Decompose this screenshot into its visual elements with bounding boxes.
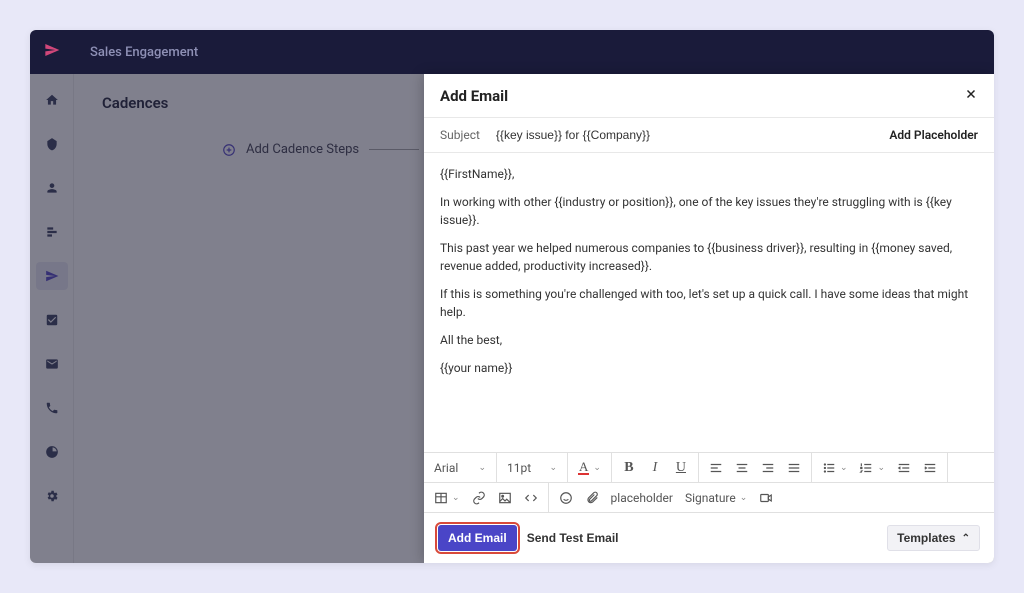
email-body-editor[interactable]: {{FirstName}}, In working with other {{i…	[424, 153, 994, 452]
topbar-title: Sales Engagement	[90, 45, 198, 60]
chevron-down-icon: ⌄	[840, 463, 848, 473]
image-button[interactable]	[492, 485, 518, 511]
close-icon[interactable]	[964, 86, 978, 105]
align-justify-button[interactable]	[781, 455, 807, 481]
chevron-up-icon: ⌃	[962, 533, 970, 544]
subject-label: Subject	[440, 128, 480, 142]
font-size-select[interactable]: 11pt⌄	[501, 455, 563, 481]
emoji-button[interactable]	[553, 485, 579, 511]
add-placeholder-link[interactable]: Add Placeholder	[889, 128, 978, 142]
body-line: This past year we helped numerous compan…	[440, 239, 978, 275]
indent-button[interactable]	[917, 455, 943, 481]
chevron-down-icon: ⌄	[593, 463, 601, 473]
toolbar-row-1: Arial⌄ 11pt⌄ A⌄ B	[424, 453, 994, 483]
signature-button[interactable]: Signature⌄	[679, 485, 753, 511]
topbar: Sales Engagement	[30, 30, 994, 74]
placeholder-button[interactable]: placeholder	[605, 485, 679, 511]
attachment-button[interactable]	[579, 485, 605, 511]
chevron-down-icon: ⌄	[740, 493, 748, 503]
toolbar-row-2: ⌄ placeholder Signature⌄	[424, 483, 994, 513]
video-button[interactable]	[753, 485, 779, 511]
body-line: {{your name}}	[440, 359, 978, 377]
body-line: All the best,	[440, 331, 978, 349]
modal-header: Add Email	[424, 74, 994, 118]
link-button[interactable]	[466, 485, 492, 511]
chevron-down-icon: ⌄	[478, 463, 486, 473]
templates-button[interactable]: Templates ⌃	[887, 525, 980, 551]
chevron-down-icon: ⌄	[549, 463, 557, 473]
app-body: Cadences Add Cadence Steps Add Email Sub…	[30, 74, 994, 563]
underline-button[interactable]: U	[668, 455, 694, 481]
highlight-ring: Add Email	[438, 525, 517, 551]
body-line: If this is something you're challenged w…	[440, 285, 978, 321]
bold-button[interactable]: B	[616, 455, 642, 481]
add-email-modal: Add Email Subject Add Placeholder {{Firs…	[424, 74, 994, 563]
font-family-select[interactable]: Arial⌄	[428, 455, 492, 481]
chevron-down-icon: ⌄	[877, 463, 885, 473]
logo-icon	[44, 42, 60, 62]
bullet-list-button[interactable]: ⌄	[816, 455, 854, 481]
modal-footer: Add Email Send Test Email Templates ⌃	[424, 513, 994, 563]
outdent-button[interactable]	[891, 455, 917, 481]
subject-row: Subject Add Placeholder	[424, 118, 994, 153]
italic-button[interactable]: I	[642, 455, 668, 481]
modal-title: Add Email	[440, 87, 508, 105]
editor-toolbar: Arial⌄ 11pt⌄ A⌄ B	[424, 452, 994, 513]
font-color-button[interactable]: A⌄	[572, 455, 607, 481]
numbered-list-button[interactable]: ⌄	[853, 455, 891, 481]
align-right-button[interactable]	[755, 455, 781, 481]
subject-input[interactable]	[496, 128, 873, 142]
align-center-button[interactable]	[729, 455, 755, 481]
body-line: In working with other {{industry or posi…	[440, 193, 978, 229]
code-button[interactable]	[518, 485, 544, 511]
add-email-button[interactable]: Add Email	[438, 525, 517, 551]
align-left-button[interactable]	[703, 455, 729, 481]
app-container: Sales Engagement	[30, 30, 994, 563]
body-line: {{FirstName}},	[440, 165, 978, 183]
chevron-down-icon: ⌄	[452, 493, 460, 503]
send-test-email-button[interactable]: Send Test Email	[527, 531, 619, 545]
table-button[interactable]: ⌄	[428, 485, 466, 511]
